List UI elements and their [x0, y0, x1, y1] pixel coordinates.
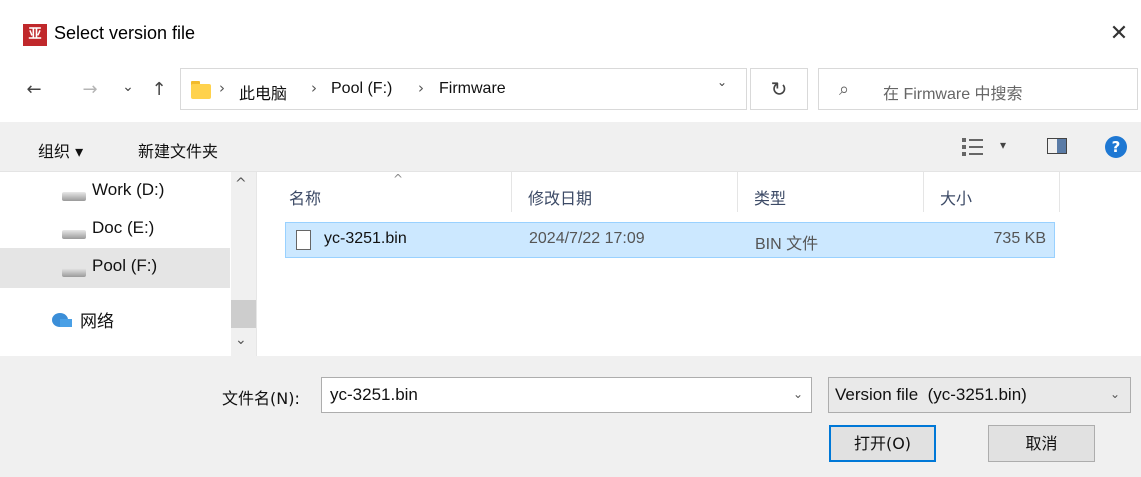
filename-label: 文件名(N):: [222, 389, 300, 408]
scroll-down-icon[interactable]: ⌄: [235, 332, 247, 348]
chevron-down-icon[interactable]: ⌄: [793, 387, 803, 401]
sidebar-item-network[interactable]: 网络: [0, 299, 230, 339]
open-button[interactable]: 打开(O): [829, 425, 936, 462]
drive-icon: [62, 192, 86, 201]
dialog-footer: 文件名(N): yc-3251.bin ⌄ Version file (yc-3…: [0, 356, 1141, 477]
breadcrumb-this-pc[interactable]: 此电脑: [239, 80, 287, 104]
address-dropdown-icon[interactable]: ⌄: [717, 75, 727, 89]
column-header-name[interactable]: 名称: [289, 185, 321, 209]
file-icon: [296, 230, 311, 250]
preview-pane-icon[interactable]: [1047, 138, 1067, 154]
view-options-icon[interactable]: [962, 138, 984, 156]
sidebar-item-label: Doc (E:): [92, 218, 155, 237]
scroll-thumb[interactable]: [231, 300, 256, 328]
file-name: yc-3251.bin: [324, 230, 407, 247]
refresh-button[interactable]: ↻: [750, 68, 808, 110]
file-size: 735 KB: [993, 230, 1046, 247]
forward-button[interactable]: →: [78, 78, 102, 102]
up-button[interactable]: ↑: [147, 78, 171, 102]
view-dropdown-icon[interactable]: ▾: [1000, 138, 1006, 152]
navigation-bar: ← → ⌄ ↑ › 此电脑 › Pool (F:) › Firmware ⌄ ↻…: [0, 58, 1141, 122]
folder-icon: [191, 81, 211, 99]
file-list: ^ 名称 修改日期 类型 大小 yc-3251.bin 2024/7/22 17…: [256, 172, 1141, 356]
breadcrumb-pool-drive[interactable]: Pool (F:): [331, 80, 392, 98]
column-header-type[interactable]: 类型: [754, 185, 786, 209]
recent-locations-button[interactable]: ⌄: [116, 75, 140, 99]
filename-value: yc-3251.bin: [330, 385, 418, 404]
file-type: BIN 文件: [755, 236, 819, 253]
drive-icon: [62, 268, 86, 277]
command-toolbar: 组织 ▾ 新建文件夹 ▾ ?: [0, 122, 1141, 172]
sidebar-item-label: Pool (F:): [92, 256, 158, 275]
breadcrumb-firmware[interactable]: Firmware: [439, 80, 506, 98]
new-folder-button[interactable]: 新建文件夹: [138, 138, 218, 162]
title-bar: 亚 Select version file ✕: [0, 0, 1141, 58]
chevron-down-icon[interactable]: ⌄: [1110, 387, 1120, 401]
navigation-pane: Work (D:) Doc (E:) Pool (F:) 网络 ^ ⌄: [0, 172, 256, 356]
breadcrumb-separator: ›: [311, 79, 317, 97]
cancel-button[interactable]: 取消: [988, 425, 1095, 462]
back-button[interactable]: ←: [22, 78, 46, 102]
address-bar[interactable]: › 此电脑 › Pool (F:) › Firmware: [180, 68, 747, 110]
sidebar-item-doc-drive[interactable]: Doc (E:): [0, 210, 230, 250]
help-icon[interactable]: ?: [1105, 136, 1127, 158]
sidebar-item-label: Work (D:): [92, 180, 165, 199]
file-type-value: Version file (yc-3251.bin): [835, 385, 1027, 404]
organize-button[interactable]: 组织 ▾: [38, 138, 83, 162]
column-header-size[interactable]: 大小: [940, 185, 972, 209]
column-header-modified[interactable]: 修改日期: [528, 185, 592, 209]
filename-input[interactable]: yc-3251.bin ⌄: [321, 377, 812, 413]
column-divider[interactable]: [737, 172, 738, 212]
app-icon: 亚: [23, 24, 47, 46]
search-placeholder: 在 Firmware 中搜索: [883, 86, 1023, 103]
scroll-up-icon[interactable]: ^: [235, 176, 247, 192]
breadcrumb-separator: ›: [219, 79, 225, 97]
sort-ascending-icon: ^: [393, 172, 404, 186]
column-divider[interactable]: [1059, 172, 1060, 212]
sidebar-item-work-drive[interactable]: Work (D:): [0, 172, 230, 212]
file-type-select[interactable]: Version file (yc-3251.bin) ⌄: [828, 377, 1131, 413]
search-icon: ⌕: [839, 79, 850, 100]
file-row[interactable]: yc-3251.bin 2024/7/22 17:09 BIN 文件 735 K…: [285, 222, 1055, 258]
column-divider[interactable]: [511, 172, 512, 212]
close-button[interactable]: ✕: [1097, 16, 1141, 52]
search-input[interactable]: ⌕ 在 Firmware 中搜索: [818, 68, 1138, 110]
network-icon: [50, 311, 74, 329]
sidebar-item-label: 网络: [80, 312, 114, 331]
window-title: Select version file: [54, 23, 196, 43]
sidebar-item-pool-drive[interactable]: Pool (F:): [0, 248, 230, 288]
file-modified-date: 2024/7/22 17:09: [529, 230, 645, 247]
column-divider[interactable]: [923, 172, 924, 212]
breadcrumb-separator: ›: [418, 79, 424, 97]
sidebar-scrollbar[interactable]: ^ ⌄: [231, 172, 256, 356]
drive-icon: [62, 230, 86, 239]
